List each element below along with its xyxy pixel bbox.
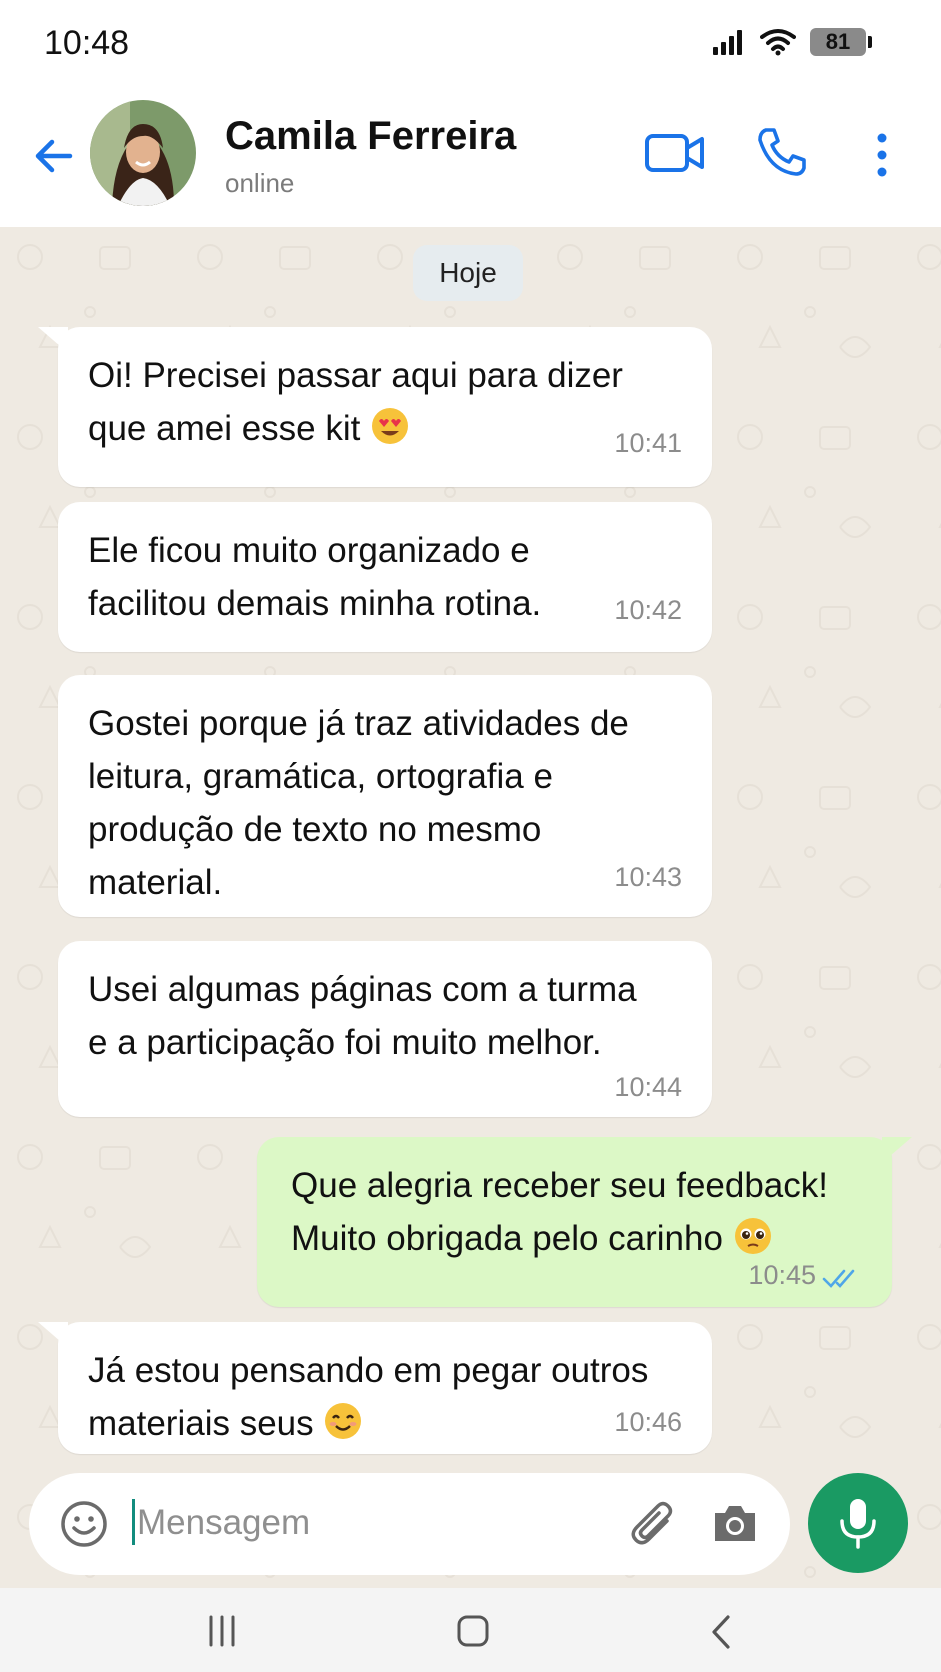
bubble-tail — [882, 1137, 912, 1163]
video-call-icon[interactable] — [644, 130, 706, 176]
more-vertical-icon[interactable] — [868, 130, 896, 180]
message-text: Usei algumas páginas com a turma e a par… — [88, 970, 637, 1062]
system-nav-bar — [0, 1588, 941, 1672]
message-time: 10:45 — [748, 1260, 816, 1290]
phone-icon[interactable] — [756, 126, 808, 178]
message-bubble-incoming[interactable]: Oi! Precisei passar aqui para dizer que … — [38, 327, 712, 487]
heart-eyes-emoji-icon — [372, 408, 409, 444]
battery-level: 81 — [825, 29, 851, 54]
message-bubble-outgoing[interactable]: Que alegria receber seu feedback! Muito … — [257, 1137, 912, 1307]
message-time: 10:44 — [614, 1072, 682, 1102]
message-composer — [29, 1473, 790, 1575]
date-chip: Hoje — [413, 245, 523, 301]
message-text: Ele ficou muito organizado e facilitou d… — [88, 531, 542, 623]
message-time: 10:43 — [614, 862, 682, 892]
message-text: Que alegria receber seu feedback! Muito … — [291, 1166, 828, 1258]
contact-status: online — [225, 168, 295, 198]
battery-indicator: 81 — [810, 28, 872, 56]
message-bubble-incoming[interactable]: Já estou pensando em pegar outros materi… — [38, 1322, 712, 1454]
message-time: 10:41 — [614, 428, 682, 458]
bubble-tail — [38, 1322, 68, 1348]
smiling-face-emoji-icon — [325, 1403, 362, 1439]
status-bar: 10:48 81 — [0, 0, 941, 92]
microphone-icon — [840, 1499, 876, 1549]
paperclip-icon[interactable] — [629, 1497, 681, 1551]
wifi-icon — [760, 29, 796, 56]
message-text: Oi! Precisei passar aqui para dizer que … — [88, 356, 623, 448]
camera-icon[interactable] — [711, 1501, 759, 1545]
avatar[interactable] — [90, 100, 196, 206]
home-icon[interactable] — [456, 1614, 490, 1648]
double-check-icon — [822, 1269, 855, 1288]
signal-icon — [713, 30, 742, 55]
back-arrow-icon[interactable] — [30, 132, 78, 180]
message-text: Gostei porque já traz atividades de leit… — [88, 704, 629, 902]
status-time: 10:48 — [44, 24, 130, 62]
message-bubble-incoming[interactable]: Usei algumas páginas com a turma e a par… — [58, 941, 712, 1117]
contact-name[interactable]: Camila Ferreira — [225, 114, 516, 159]
back-icon[interactable] — [708, 1614, 734, 1650]
text-caret — [132, 1499, 135, 1545]
message-time: 10:42 — [614, 595, 682, 625]
status-icons: 81 — [712, 28, 872, 56]
recents-icon[interactable] — [205, 1614, 239, 1648]
message-input[interactable] — [137, 1493, 577, 1553]
message-bubble-incoming[interactable]: Ele ficou muito organizado e facilitou d… — [58, 502, 712, 652]
message-text: Já estou pensando em pegar outros materi… — [88, 1351, 649, 1443]
microphone-button[interactable] — [808, 1473, 908, 1573]
message-time: 10:46 — [614, 1407, 682, 1437]
pleading-face-emoji-icon — [734, 1218, 771, 1254]
bubble-tail — [38, 327, 68, 353]
emoji-icon[interactable] — [59, 1499, 109, 1549]
chat-header: Camila Ferreira online — [0, 92, 941, 227]
message-bubble-incoming[interactable]: Gostei porque já traz atividades de leit… — [58, 675, 712, 917]
chat-area[interactable]: Hoje Oi! Precisei passar aqui para dizer… — [0, 227, 941, 1585]
